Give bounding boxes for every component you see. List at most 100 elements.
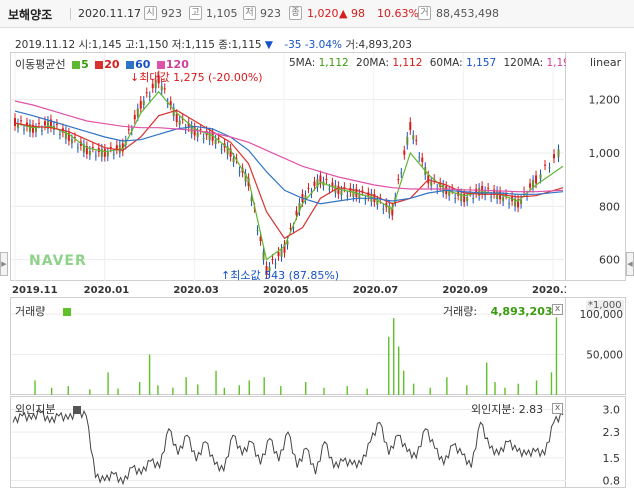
candle-body (307, 187, 310, 189)
volume-bar (323, 387, 325, 395)
candle-body (256, 230, 259, 232)
ma5-line (14, 90, 564, 261)
high-price: 1,105 (206, 7, 238, 20)
candle-body (346, 195, 349, 197)
candle-body (40, 130, 43, 132)
candle-body (202, 138, 205, 140)
candle-body (127, 129, 130, 131)
date-axis: 2019.11 2020.01 2020.03 2020.05 2020.07 2020.… (10, 281, 566, 297)
candle-body (139, 100, 142, 109)
candle-body (295, 210, 298, 216)
candle-body (133, 114, 136, 120)
candle-body (208, 132, 211, 141)
volume-bar (486, 362, 488, 395)
price-chart (11, 53, 567, 282)
volume-bar (172, 387, 174, 395)
volume-bar (215, 370, 217, 395)
foreign-line (12, 408, 564, 486)
info-volume: 거:4,893,203 (345, 39, 412, 51)
candle-body (22, 129, 25, 131)
high-icon: 고 (189, 6, 202, 20)
foreign-close-icon[interactable]: x (552, 403, 563, 414)
candle-body (502, 197, 505, 202)
candle-body (412, 135, 415, 140)
ma120-swatch (156, 61, 165, 69)
foreign-title-text: 외인지분 (15, 403, 56, 416)
candle-body (106, 152, 109, 157)
candle-body (55, 123, 58, 125)
candle-body (553, 154, 556, 159)
volume-title: 거래량 (15, 303, 72, 319)
volume-bar (402, 370, 405, 395)
candle-body (496, 191, 499, 200)
max-arrow-icon: ↓ (130, 71, 140, 84)
candle-body (548, 167, 551, 169)
volume-bar (494, 382, 496, 395)
scroll-right-icon[interactable]: ◀ (626, 252, 634, 276)
scroll-left-icon[interactable]: ▶ (0, 252, 8, 276)
volume-swatch (62, 308, 71, 316)
volume-total: 88,453,498 (436, 7, 499, 20)
chart-window: 보해양조 2020.11.17 시 923 고 1,105 저 923 종 1,… (0, 0, 634, 491)
volume-icon: 거 (418, 6, 431, 20)
candle-body (406, 136, 409, 145)
info-close: 종:1,115 (218, 39, 262, 51)
volume-bar (185, 377, 187, 395)
foreign-title: 외인지분 (15, 401, 82, 417)
quote-date: 2020.11.17 (78, 7, 141, 20)
volume-bar (138, 382, 141, 395)
ma-values: 5MA: 1,112 20MA: 1,112 60MA: 1,157 120MA… (289, 57, 577, 69)
volume-bar (412, 383, 415, 395)
candle-body (277, 251, 280, 257)
candle-body (472, 198, 475, 200)
foreign-readout-value: 2.83 (518, 403, 544, 416)
candle-body (14, 118, 16, 127)
candle-body (539, 174, 542, 179)
volume-tick-label: 100,000 (580, 309, 623, 321)
candle-body (328, 188, 331, 190)
candle-body (58, 134, 61, 136)
candle-body (325, 178, 328, 180)
ma20-label: 20 (104, 58, 120, 71)
foreign-tick-label: 3.0 (603, 403, 621, 416)
candle-body (220, 148, 223, 150)
candle-body (37, 122, 40, 124)
volume-bar (67, 386, 69, 395)
info-date: 2019.11.12 (15, 39, 76, 51)
price-tick-label: 1,000 (589, 147, 621, 160)
price-axis: linear 600 800 1,000 1,200 (566, 52, 626, 281)
ma20-value: 1,112 (392, 57, 423, 69)
foreign-panel[interactable]: 외인지분 외인지분: 2.83 x (10, 396, 567, 488)
volume-bar (263, 377, 265, 395)
candle-body (490, 196, 493, 198)
quote-bar: 보해양조 2020.11.17 시 923 고 1,105 저 923 종 1,… (0, 0, 634, 28)
volume-panel[interactable]: 거래량 거래량: 4,893,203 x (10, 297, 567, 395)
price-tick-label: 600 (599, 254, 620, 267)
candle-body (403, 150, 406, 155)
date-tick-label: 2020.03 (173, 285, 219, 296)
candle-body (262, 251, 265, 260)
candle-body (466, 197, 469, 202)
max-label: 최대값 1,275 (-20.00%) (139, 71, 263, 84)
open-icon: 시 (144, 6, 157, 20)
volume-bar (346, 386, 348, 395)
volume-readout-value: 4,893,203 (490, 305, 553, 318)
price-panel[interactable]: 이동평균선 5 20 60 120 5MA: 1,112 20MA: 1,112… (10, 52, 577, 282)
candle-body (109, 146, 112, 148)
candle-body (409, 122, 412, 131)
volume-close-icon[interactable]: x (552, 304, 563, 315)
price-axis-ticks: 600 800 1,000 1,200 (589, 94, 621, 267)
candle-body (160, 86, 163, 91)
volume-bar (248, 380, 250, 395)
candle-body (76, 147, 79, 149)
ma20-line (14, 109, 564, 240)
date-tick-label: 2020.09 (442, 285, 488, 296)
date-tick-label: 2019.11 (12, 285, 58, 296)
candle-body (448, 191, 451, 196)
info-low: 저:1,115 (171, 39, 215, 51)
candle-body (508, 203, 511, 205)
volume-axis-ticks: 50,000 100,000 (580, 309, 623, 361)
volume-bar (550, 372, 553, 395)
info-change: -35 (284, 39, 302, 51)
foreign-axis-ticks: 0.8 1.5 2.3 3.0 (603, 403, 621, 487)
